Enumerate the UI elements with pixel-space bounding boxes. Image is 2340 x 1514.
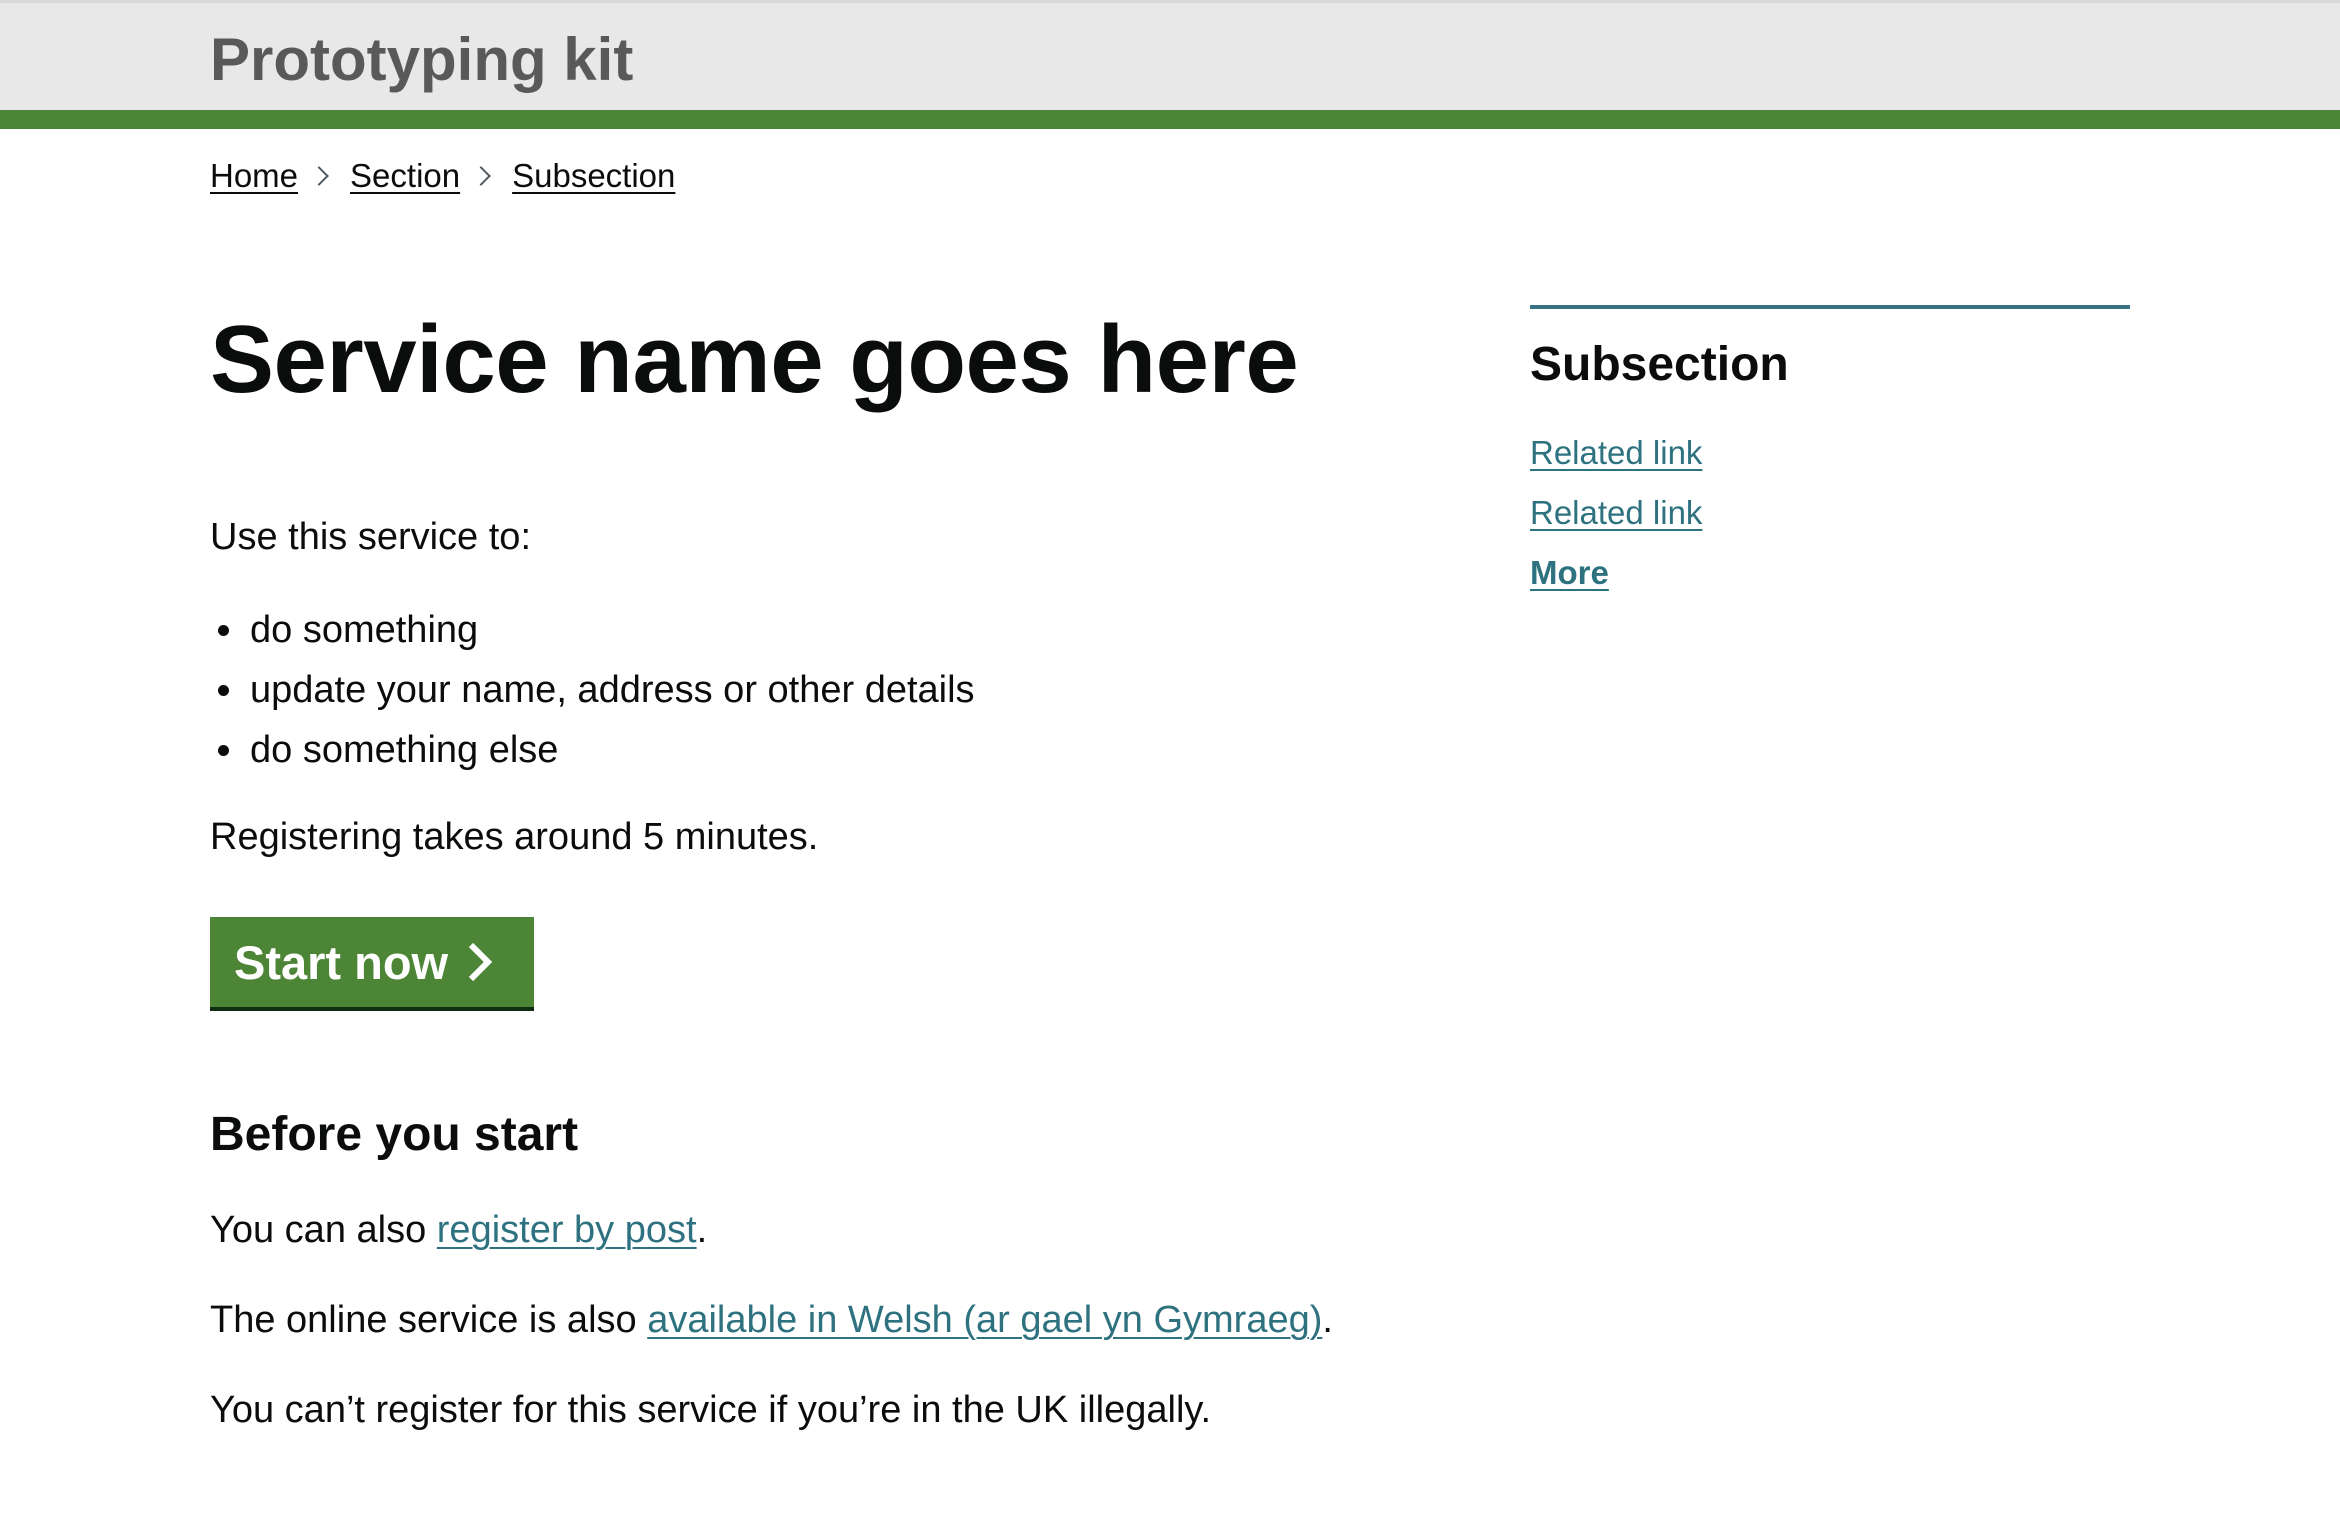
register-by-post-link[interactable]: register by post bbox=[437, 1209, 697, 1251]
post-prefix: You can also bbox=[210, 1209, 437, 1251]
start-now-button[interactable]: Start now bbox=[210, 917, 534, 1007]
breadcrumb-section-link[interactable]: Section bbox=[350, 152, 460, 200]
main-content: Service name goes here Use this service … bbox=[210, 300, 1430, 1431]
page-title: Service name goes here bbox=[210, 306, 1299, 413]
intro-text: Use this service to: bbox=[210, 516, 531, 558]
more-link[interactable]: More bbox=[1530, 554, 1609, 591]
breadcrumb: Home Section Subsection bbox=[210, 152, 675, 200]
chevron-right-icon bbox=[469, 942, 493, 982]
related-links-list: Related link Related link More bbox=[1530, 423, 2130, 603]
task-list: do something update your name, address o… bbox=[210, 600, 1430, 780]
post-suffix: . bbox=[696, 1209, 708, 1251]
illegal-residence-note: You can’t register for this service if y… bbox=[210, 1389, 1212, 1431]
register-by-post-text: You can also register by post. bbox=[210, 1203, 707, 1257]
welsh-suffix: . bbox=[1322, 1299, 1333, 1341]
welsh-availability-text: The online service is also available in … bbox=[210, 1293, 1333, 1347]
welsh-prefix: The online service is also bbox=[210, 1299, 648, 1341]
breadcrumb-subsection-link[interactable]: Subsection bbox=[512, 152, 675, 200]
header-title[interactable]: Prototyping kit bbox=[210, 25, 633, 95]
site-header: Prototyping kit bbox=[0, 0, 2340, 129]
list-item: update your name, address or other detai… bbox=[210, 660, 1430, 720]
list-item: do something else bbox=[210, 720, 1430, 780]
list-item: More bbox=[1530, 543, 2130, 603]
list-item: Related link bbox=[1530, 423, 2130, 483]
start-button-label: Start now bbox=[234, 935, 449, 989]
duration-text: Registering takes around 5 minutes. bbox=[210, 816, 819, 858]
sidebar-title: Subsection bbox=[1530, 338, 1789, 391]
header-accent-bar bbox=[0, 110, 2340, 129]
welsh-language-link[interactable]: available in Welsh (ar gael yn Gymraeg) bbox=[647, 1299, 1322, 1341]
related-content-sidebar: Subsection Related link Related link Mor… bbox=[1530, 305, 2130, 603]
before-you-start-heading: Before you start bbox=[210, 1108, 579, 1161]
related-link[interactable]: Related link bbox=[1530, 494, 1702, 531]
list-item: Related link bbox=[1530, 483, 2130, 543]
chevron-right-icon bbox=[460, 152, 512, 200]
related-link[interactable]: Related link bbox=[1530, 434, 1702, 471]
chevron-right-icon bbox=[298, 152, 350, 200]
list-item: do something bbox=[210, 600, 1430, 660]
breadcrumb-home-link[interactable]: Home bbox=[210, 152, 298, 200]
